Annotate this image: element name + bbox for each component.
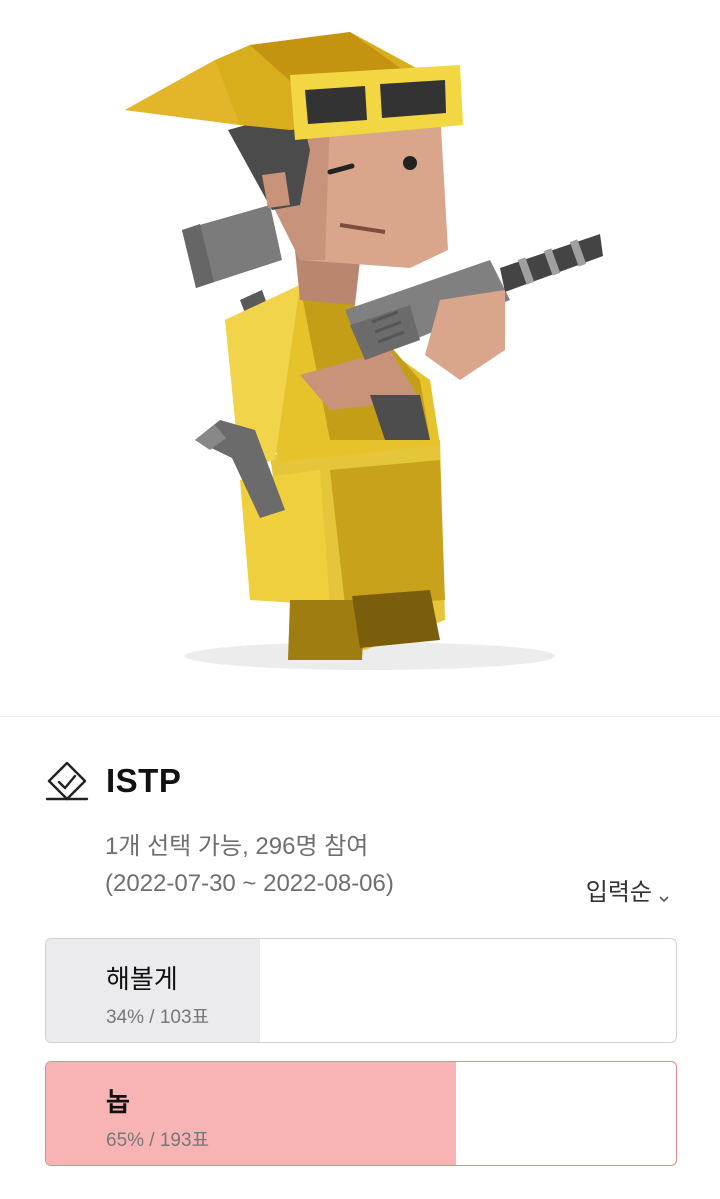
poll-option-selected[interactable]: 놉 65% / 193표 <box>45 1061 677 1166</box>
sort-dropdown[interactable]: 입력순 <box>586 872 670 907</box>
poll-period: (2022-07-30 ~ 2022-08-06) <box>105 870 394 897</box>
poll-title: ISTP <box>106 762 182 799</box>
sort-label: 입력순 <box>585 879 652 906</box>
section-divider <box>0 716 720 717</box>
worker-illustration <box>125 32 603 670</box>
poll-image <box>0 0 720 716</box>
chevron-down-icon <box>658 884 670 902</box>
option-label: 놉 <box>106 1087 130 1117</box>
ballot-check-icon <box>44 758 90 804</box>
poll-participation: 1개 선택 가능, 296명 참여 <box>105 833 369 860</box>
poll-option[interactable]: 해볼게 34% / 103표 <box>45 938 677 1043</box>
option-stats: 65% / 193표 <box>106 1130 210 1151</box>
option-label: 해볼게 <box>106 964 178 994</box>
option-stats: 34% / 103표 <box>106 1007 210 1028</box>
poll-header: ISTP <box>44 758 181 804</box>
